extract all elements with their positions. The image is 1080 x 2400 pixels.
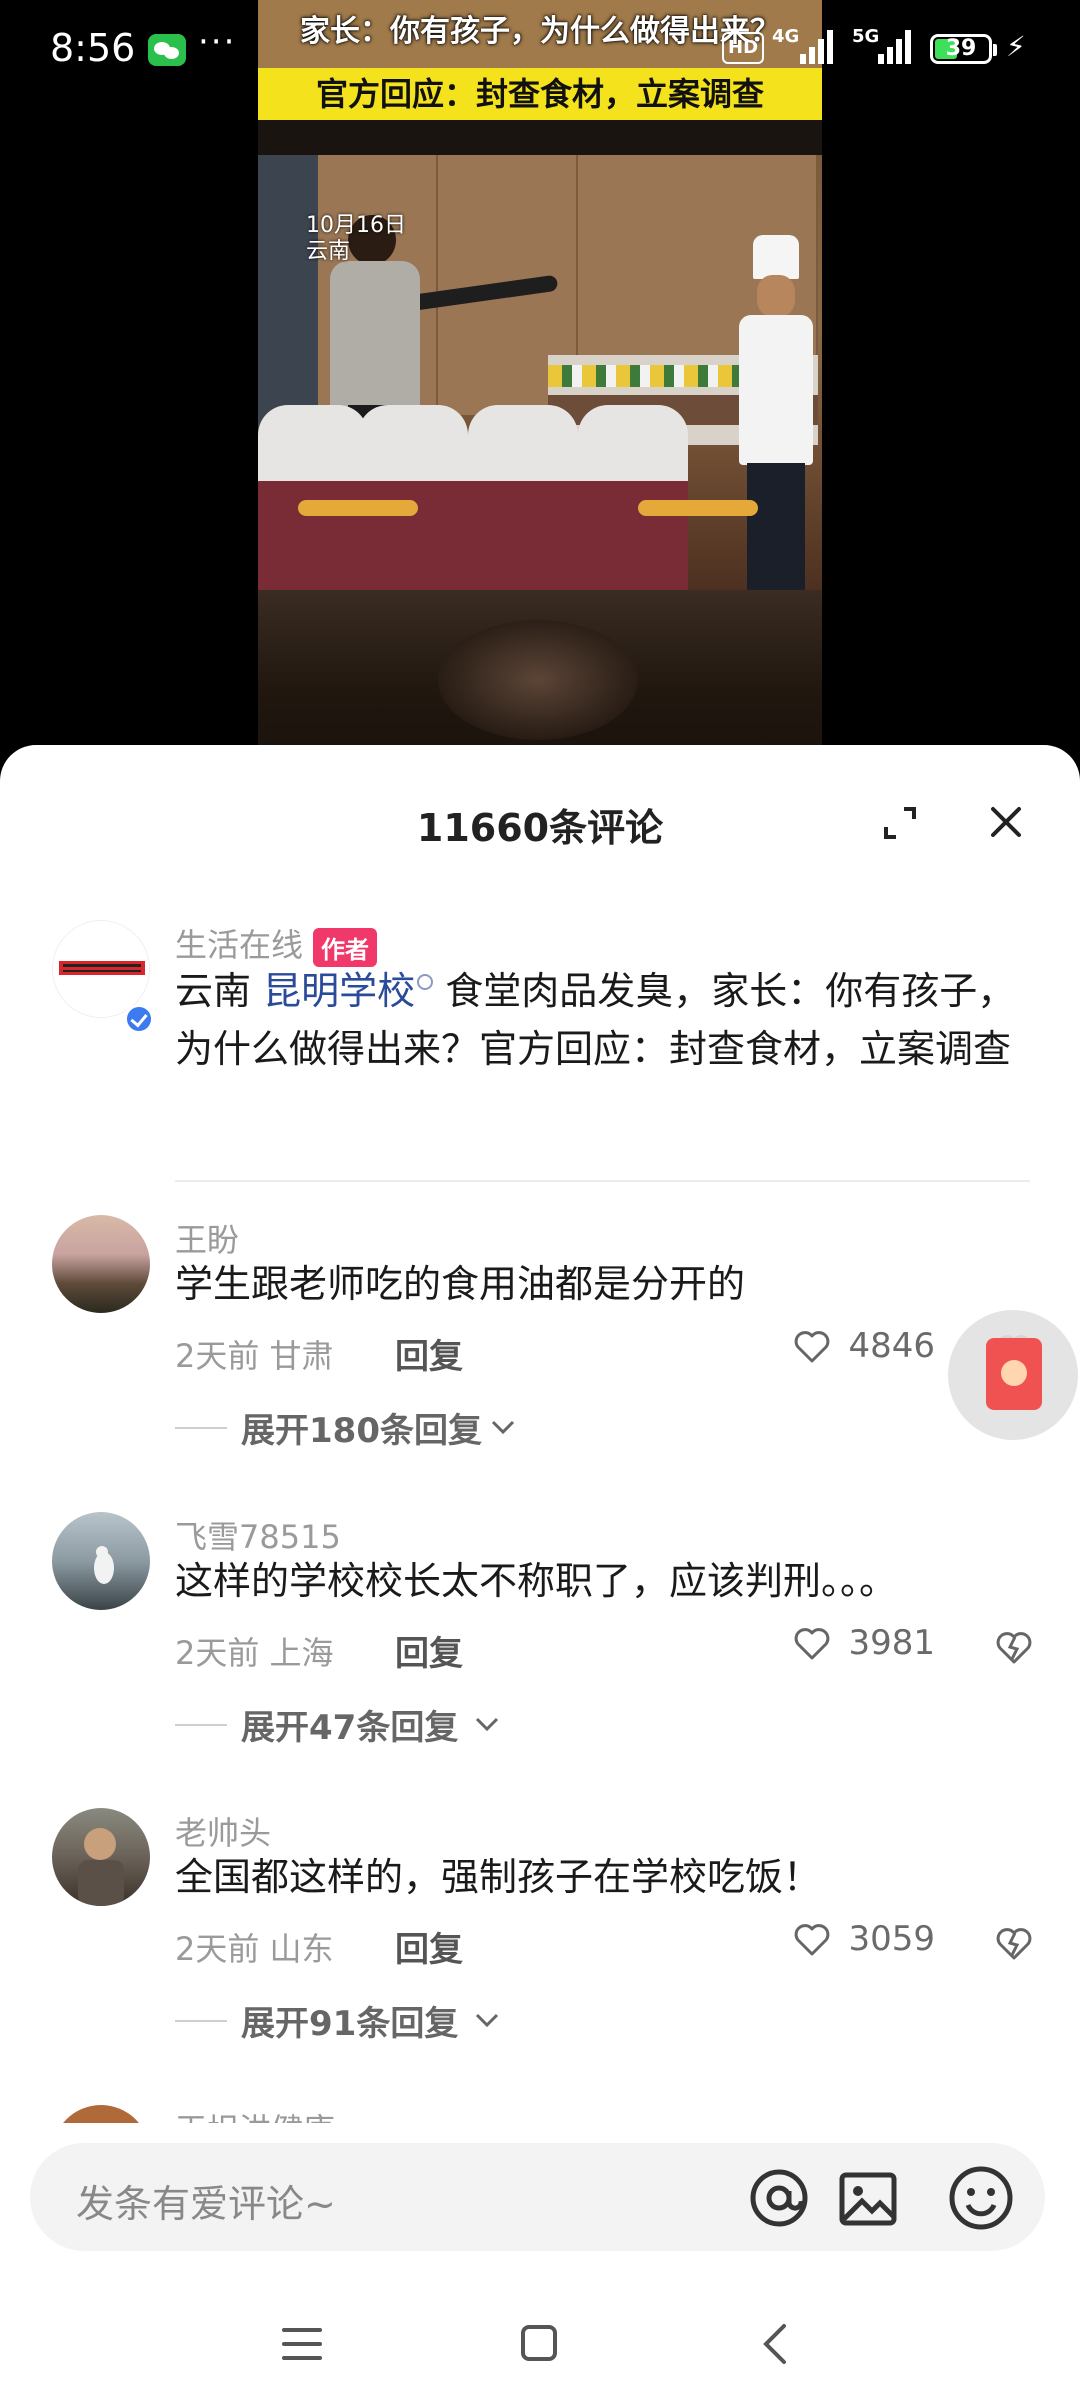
verified-icon <box>124 1004 154 1034</box>
divider <box>175 1180 1030 1182</box>
post-link[interactable]: 昆明学校 <box>263 969 415 1013</box>
expand-line <box>175 2020 227 2022</box>
expand-replies-label: 展开180条回复 <box>241 1411 482 1451</box>
video-location: 云南 <box>306 239 351 264</box>
chair-arm <box>638 500 758 516</box>
author-post-text: 云南 昆明学校 食堂肉品发臭，家长：你有孩子，为什么做得出来？官方回应：封查食材… <box>175 962 1035 1078</box>
wechat-icon <box>148 34 186 66</box>
auditorium-chair <box>358 405 468 590</box>
comment-meta: 2天前 上海 回复 3981 <box>175 1622 1035 1675</box>
battery-icon: 39 <box>930 34 997 64</box>
like-button[interactable]: 3981 <box>792 1622 935 1672</box>
comment-item-partial: 王坦洪健康 <box>0 2105 1080 2125</box>
avatar[interactable] <box>52 1512 150 1610</box>
auditorium-chair <box>468 405 578 590</box>
auditorium-chair <box>578 405 688 590</box>
comment-meta: 2天前 甘肃 回复 4846 <box>175 1325 1035 1378</box>
author-name[interactable]: 生活在线 <box>175 926 303 964</box>
dislike-icon[interactable] <box>993 1922 1035 1964</box>
signal-icon <box>800 30 836 64</box>
expand-replies[interactable]: 展开180条回复 <box>175 1403 675 1453</box>
back-icon[interactable] <box>758 2322 792 2366</box>
avatar[interactable] <box>52 2105 150 2125</box>
like-count: 3981 <box>848 1623 935 1663</box>
comment-text: 全国都这样的，强制孩子在学校吃饭！ <box>175 1855 822 1899</box>
status-bar: 8:56 ··· HD 4G 5G 39 ⚡ <box>0 0 1080 100</box>
comment-item: 王盼 学生跟老师吃的食用油都是分开的 2天前 甘肃 回复 4846 展开180条… <box>0 1215 1080 1515</box>
avatar[interactable] <box>52 1808 150 1906</box>
charging-icon: ⚡ <box>1006 30 1026 63</box>
comment-time-location: 2天前 上海 <box>175 1634 334 1672</box>
auditorium-chair <box>258 405 368 590</box>
hd-icon: HD <box>722 32 765 64</box>
network-label: 4G <box>772 26 800 47</box>
like-button[interactable]: 4846 <box>792 1325 935 1375</box>
battery-level: 39 <box>945 36 977 61</box>
like-button[interactable]: 3059 <box>792 1918 935 1968</box>
search-icon <box>417 974 434 991</box>
video-frame[interactable]: 家长：你有孩子，为什么做得出来？ 官方回应：封查食材，立案调查 10月16日 云… <box>258 0 822 760</box>
comment-sheet: 11660条评论 生活在线 作者 云南 昆明学校 食堂肉品发臭，家长：你有孩子，为… <box>0 745 1080 2400</box>
expand-replies[interactable]: 展开47条回复 <box>175 1700 675 1750</box>
chevron-down-icon <box>475 1717 499 1732</box>
comment-input-placeholder: 发条有爱评论~ <box>76 2182 336 2226</box>
red-packet-icon[interactable] <box>948 1310 1078 1440</box>
comment-item: 老帅头 全国都这样的，强制孩子在学校吃饭！ 2天前 山东 回复 3059 展开9… <box>0 1808 1080 2108</box>
menu-icon[interactable] <box>282 2326 322 2362</box>
at-icon[interactable] <box>748 2167 810 2229</box>
expand-line <box>175 1427 227 1429</box>
emoji-icon[interactable] <box>948 2165 1014 2231</box>
navigation-bar <box>0 2290 1080 2400</box>
image-icon[interactable] <box>838 2169 898 2229</box>
comment-time-location: 2天前 山东 <box>175 1930 334 1968</box>
heart-icon <box>794 1331 830 1363</box>
like-count: 3059 <box>848 1919 935 1959</box>
signal-icon <box>878 30 914 64</box>
reply-button[interactable]: 回复 <box>395 1626 463 1675</box>
sheet-header: 11660条评论 <box>0 745 1080 895</box>
comment-text: 这样的学校校长太不称职了，应该判刑。。。 <box>175 1559 898 1603</box>
comment-item: 飞雪78515 这样的学校校长太不称职了，应该判刑。。。 2天前 上海 回复 3… <box>0 1512 1080 1812</box>
author-post: 生活在线 作者 云南 昆明学校 食堂肉品发臭，家长：你有孩子，为什么做得出来？官方… <box>0 920 1080 1170</box>
comment-time-location: 2天前 甘肃 <box>175 1337 334 1375</box>
chair-arm <box>298 500 418 516</box>
more-notifications-icon: ··· <box>198 22 237 62</box>
reply-button[interactable]: 回复 <box>395 1329 463 1378</box>
expand-replies-label: 展开91条回复 <box>241 2004 459 2044</box>
author-name-row: 生活在线 作者 <box>175 920 378 967</box>
video-date-location: 10月16日 云南 <box>306 213 406 265</box>
video-date: 10月16日 <box>306 213 406 238</box>
reply-button[interactable]: 回复 <box>395 1922 463 1971</box>
comment-input-bar: 发条有爱评论~ <box>0 2123 1080 2273</box>
chevron-down-icon <box>491 1420 515 1435</box>
home-icon[interactable] <box>520 2324 558 2362</box>
blurred-blob <box>438 620 638 740</box>
dislike-icon[interactable] <box>993 1626 1035 1668</box>
chevron-down-icon <box>475 2013 499 2028</box>
video-area[interactable]: 家长：你有孩子，为什么做得出来？ 官方回应：封查食材，立案调查 10月16日 云… <box>0 0 1080 760</box>
expand-replies-label: 展开47条回复 <box>241 1708 459 1748</box>
author-badge: 作者 <box>313 927 378 967</box>
comment-text: 学生跟老师吃的食用油都是分开的 <box>175 1262 746 1306</box>
comment-meta: 2天前 山东 回复 3059 <box>175 1918 1035 1971</box>
chef-figure <box>733 235 817 590</box>
heart-icon <box>794 1628 830 1660</box>
network-label: 5G <box>852 26 880 47</box>
close-icon[interactable] <box>985 801 1027 843</box>
expand-icon[interactable] <box>880 803 920 843</box>
post-text-prefix: 云南 <box>175 969 264 1013</box>
expand-replies[interactable]: 展开91条回复 <box>175 1996 675 2046</box>
avatar[interactable] <box>52 1215 150 1313</box>
comment-author[interactable]: 王坦洪健康 <box>175 2105 335 2125</box>
comment-input[interactable]: 发条有爱评论~ <box>30 2143 1045 2251</box>
expand-line <box>175 1724 227 1726</box>
avatar-image <box>94 1546 114 1584</box>
avatar-image <box>78 1828 124 1906</box>
status-time: 8:56 <box>50 26 136 70</box>
heart-icon <box>794 1924 830 1956</box>
video-scene: 10月16日 云南 <box>258 155 822 590</box>
like-count: 4846 <box>848 1326 935 1366</box>
